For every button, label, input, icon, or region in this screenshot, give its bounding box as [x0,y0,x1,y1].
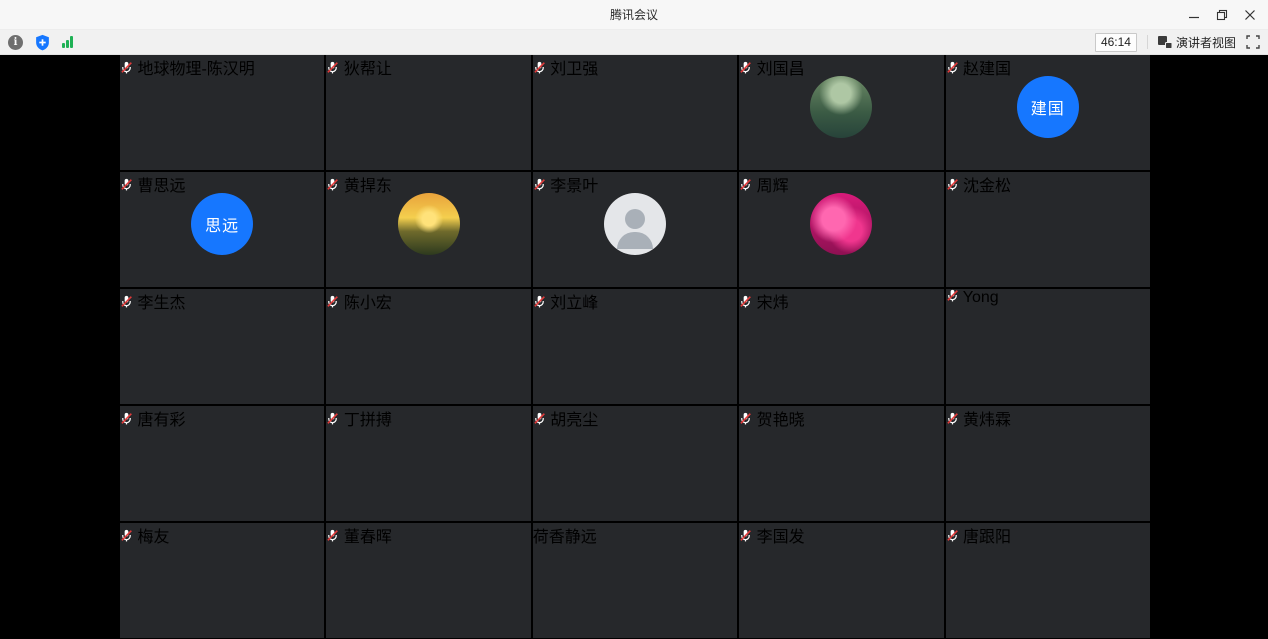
restore-button[interactable] [1208,2,1236,28]
speaker-view-label: 演讲者视图 [1176,34,1236,51]
photo-avatar [810,193,872,255]
photo-avatar [1017,427,1079,489]
photo-avatar [810,76,872,138]
avatar [604,76,666,138]
photo-avatar [810,310,872,372]
participant-tile[interactable]: 丁拼搏 [326,406,530,521]
video-stage: 地球物理-陈汉明 狄帮让 [0,55,1268,639]
participant-tile[interactable]: 沈金松 [946,172,1150,287]
participant-tile[interactable]: 李国发 [739,523,943,638]
tencent-meeting-window: { "window": { "title": "腾讯会议", "controls… [0,0,1268,639]
meeting-timer: 46:14 [1095,33,1137,52]
participant-tile[interactable]: 黄炜霖 [946,406,1150,521]
avatar [398,76,460,138]
default-avatar [604,193,666,255]
participant-grid: 地球物理-陈汉明 狄帮让 [120,55,1150,638]
photo-avatar [191,544,253,606]
participant-tile[interactable]: 黄捍东 [326,172,530,287]
participant-tile[interactable]: 建国 赵建国 [946,55,1150,170]
participant-tile[interactable]: 胡亮尘 [533,406,737,521]
participant-tile[interactable]: 唐跟阳 [946,523,1150,638]
toolbar-divider [1147,35,1148,49]
meeting-info-icon[interactable]: i [8,35,23,50]
photo-avatar [398,310,460,372]
active-speaker-label: 正在讲话: 陈双全; [0,61,125,78]
initials-avatar: 思远 [191,193,253,255]
fullscreen-icon[interactable] [1246,35,1260,49]
photo-avatar [810,544,872,606]
avatar [191,76,253,138]
close-icon [1244,9,1256,21]
participant-tile[interactable]: Yong [946,289,1150,404]
speaker-view-button[interactable]: 演讲者视图 [1158,34,1236,51]
window-title: 腾讯会议 [0,0,1268,30]
close-button[interactable] [1236,2,1264,28]
minimize-icon [1188,9,1200,21]
participant-tile[interactable]: 地球物理-陈汉明 [120,55,324,170]
participant-tile[interactable]: 刘立峰 [533,289,737,404]
photo-avatar [1017,544,1079,606]
restore-icon [1216,9,1228,21]
title-bar: 腾讯会议 [0,0,1268,30]
photo-avatar [604,310,666,372]
participant-tile[interactable]: 李生杰 [120,289,324,404]
photo-avatar [191,427,253,489]
window-controls [1180,0,1264,30]
photo-avatar [810,427,872,489]
participant-tile[interactable]: 刘卫强 [533,55,737,170]
photo-avatar [604,427,666,489]
participant-tile[interactable]: 刘国昌 [739,55,943,170]
network-signal-icon[interactable] [62,36,73,48]
layout-icon [1158,36,1172,49]
participant-tile[interactable]: 贺艳晓 [739,406,943,521]
toolbar-right: 46:14 演讲者视图 [1095,30,1260,54]
participant-tile[interactable]: 陈小宏 [326,289,530,404]
person-silhouette-icon [625,209,645,229]
photo-avatar [1017,193,1079,255]
participant-tile[interactable]: 唐有彩 [120,406,324,521]
security-shield-icon[interactable] [34,34,51,51]
initials-avatar: 建国 [1017,76,1079,138]
photo-avatar [604,544,666,606]
participant-tile[interactable]: 李景叶 [533,172,737,287]
photo-avatar [398,193,460,255]
participant-tile[interactable]: 梅友 [120,523,324,638]
participant-tile[interactable]: 荷香静远 [533,523,737,638]
participant-tile[interactable]: 思远 曹思远 [120,172,324,287]
minimize-button[interactable] [1180,2,1208,28]
photo-avatar [398,427,460,489]
photo-avatar [191,310,253,372]
photo-avatar [398,544,460,606]
meeting-toolbar: i 46:14 演讲者视图 [0,30,1268,55]
toolbar-left: i [8,30,73,54]
participant-tile[interactable]: 狄帮让 [326,55,530,170]
participant-tile[interactable]: 周辉 [739,172,943,287]
participant-tile[interactable]: 董春晖 [326,523,530,638]
photo-avatar [1017,310,1079,372]
participant-tile[interactable]: 宋炜 [739,289,943,404]
